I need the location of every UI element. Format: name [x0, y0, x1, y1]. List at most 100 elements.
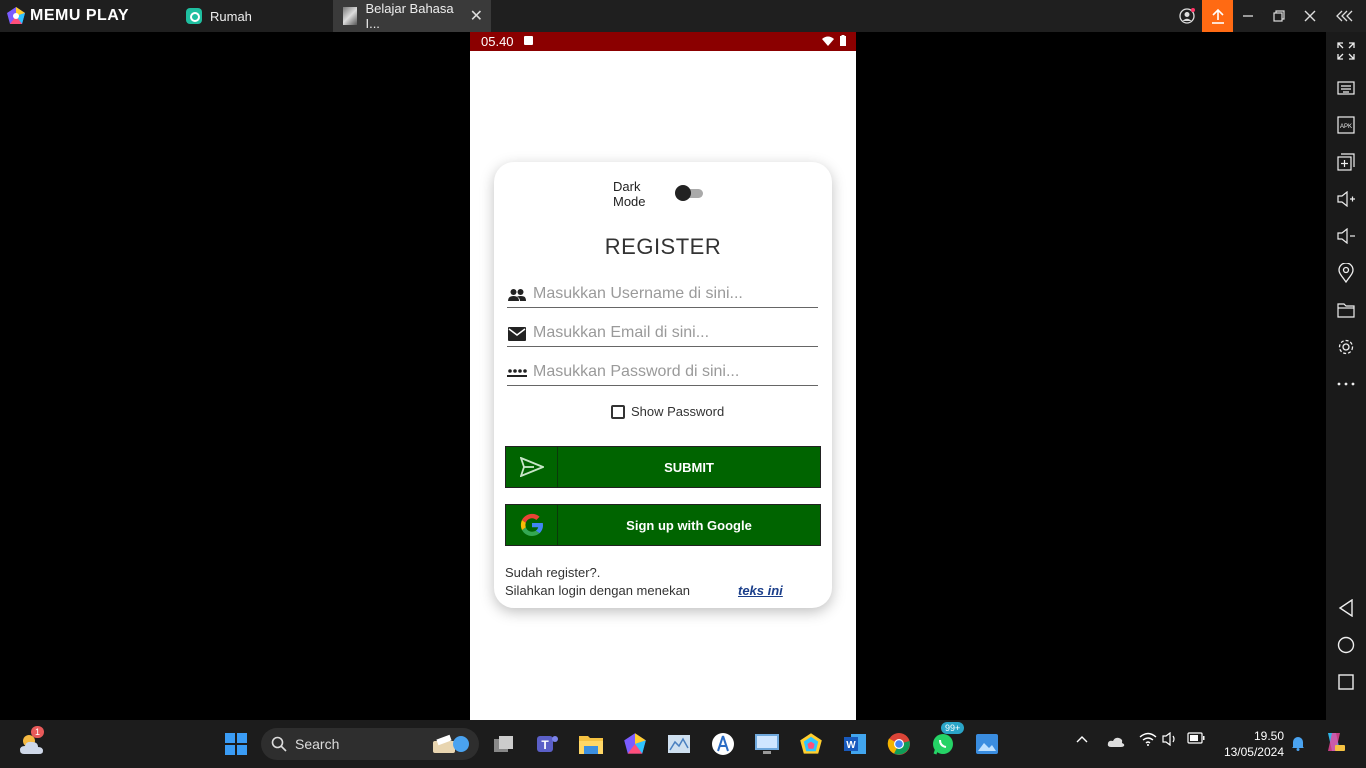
- volume-tray[interactable]: [1162, 731, 1178, 749]
- show-password-checkbox[interactable]: [611, 404, 625, 419]
- email-input[interactable]: [533, 321, 813, 345]
- android-home-button[interactable]: [1334, 633, 1358, 657]
- users-icon: [507, 285, 527, 305]
- brand: MEMU PLAY: [6, 6, 129, 26]
- minimize-button[interactable]: [1233, 0, 1263, 32]
- status-time: 05.40: [481, 34, 514, 49]
- title-bar: MEMU PLAY Rumah Belajar Bahasa I... ✕: [0, 0, 1366, 32]
- monitor-app[interactable]: [751, 728, 783, 760]
- page-title: REGISTER: [604, 234, 722, 259]
- chrome-icon: [887, 733, 910, 755]
- android-back-button[interactable]: [1334, 596, 1358, 620]
- fullscreen-button[interactable]: [1334, 39, 1358, 63]
- google-signup-label: Sign up with Google: [626, 517, 752, 533]
- task-view-icon: [494, 736, 513, 752]
- double-chevron-left-icon: [1336, 10, 1353, 22]
- android-status-bar: 05.40: [470, 32, 856, 51]
- battery-tray[interactable]: [1187, 732, 1205, 747]
- whatsapp-badge: 99+: [941, 722, 965, 734]
- teams-app[interactable]: T: [531, 728, 563, 760]
- weather-widget[interactable]: 1: [16, 726, 48, 760]
- tab-app[interactable]: Belajar Bahasa I... ✕: [333, 0, 491, 32]
- whatsapp-app[interactable]: 99+: [927, 722, 965, 760]
- username-input[interactable]: [533, 282, 813, 306]
- upload-icon: [1211, 8, 1224, 24]
- send-icon: [506, 447, 558, 487]
- upload-button[interactable]: [1202, 0, 1233, 32]
- windows-taskbar: 1 Search T W 99+ 19.50 13/05/2024: [0, 720, 1366, 768]
- memu-app[interactable]: [619, 728, 651, 760]
- account-button[interactable]: [1172, 0, 1202, 32]
- settings-button[interactable]: [1334, 335, 1358, 359]
- onedrive-tray[interactable]: [1107, 736, 1125, 751]
- dark-mode-switch[interactable]: [675, 184, 705, 202]
- login-prompt-text: Silahkan login dengan menekan: [505, 583, 691, 598]
- login-link[interactable]: teks ini: [738, 583, 783, 598]
- shared-folder-button[interactable]: [1334, 298, 1358, 322]
- minimize-icon: [1243, 15, 1253, 17]
- memu-play-window: MEMU PLAY Rumah Belajar Bahasa I... ✕ AP…: [0, 0, 1366, 768]
- svg-text:APK: APK: [1340, 124, 1352, 130]
- location-pin-icon: [1338, 263, 1354, 283]
- chart-app[interactable]: [663, 728, 695, 760]
- back-triangle-icon: [1338, 599, 1353, 617]
- fullscreen-icon: [1337, 42, 1355, 60]
- notification-icon: [524, 36, 533, 45]
- word-icon: W: [844, 734, 866, 754]
- keyboard-icon: [1337, 81, 1355, 95]
- google-signup-button[interactable]: Sign up with Google: [505, 504, 821, 546]
- notifications-button[interactable]: [1291, 735, 1305, 754]
- keyboard-button[interactable]: [1334, 76, 1358, 100]
- word-app[interactable]: W: [839, 728, 871, 760]
- photos-app[interactable]: [971, 728, 1003, 760]
- memu-multi-app[interactable]: [795, 728, 827, 760]
- cloud-icon: [1107, 737, 1125, 747]
- search-highlight-icon: [433, 734, 469, 753]
- chart-window-icon: [668, 735, 690, 753]
- recents-square-icon: [1338, 674, 1354, 690]
- memu-logo-icon: [7, 7, 25, 24]
- chrome-app[interactable]: [883, 728, 915, 760]
- password-input[interactable]: [533, 360, 813, 384]
- restore-icon: [1273, 10, 1285, 22]
- tab-home[interactable]: Rumah: [186, 0, 326, 32]
- bell-icon: [1292, 737, 1304, 751]
- home-circle-icon: [1337, 636, 1355, 654]
- compass-icon: [712, 733, 734, 755]
- task-view-button[interactable]: [488, 728, 520, 760]
- taskbar-clock[interactable]: 19.50 13/05/2024: [1218, 728, 1284, 760]
- multi-instance-button[interactable]: [1334, 150, 1358, 174]
- install-apk-button[interactable]: APK: [1334, 113, 1358, 137]
- wifi-tray[interactable]: [1139, 732, 1157, 749]
- volume-down-icon: [1337, 228, 1355, 244]
- close-window-button[interactable]: [1295, 0, 1325, 32]
- tray-overflow-button[interactable]: [1076, 732, 1088, 746]
- start-button[interactable]: [220, 728, 252, 760]
- volume-down-button[interactable]: [1334, 224, 1358, 248]
- google-logo-icon: [506, 505, 558, 545]
- memu-logo-icon: [624, 733, 646, 754]
- svg-text:W: W: [846, 740, 856, 751]
- clock-date: 13/05/2024: [1223, 745, 1284, 759]
- folder-icon: [579, 736, 603, 754]
- volume-up-button[interactable]: [1334, 187, 1358, 211]
- android-recents-button[interactable]: [1334, 670, 1358, 694]
- restore-button[interactable]: [1264, 0, 1294, 32]
- submit-button[interactable]: SUBMIT: [505, 446, 821, 488]
- password-dots-icon: [507, 363, 527, 383]
- copilot-button[interactable]: [1322, 730, 1346, 757]
- show-password-toggle[interactable]: Show Password: [611, 404, 724, 419]
- tab-close-icon[interactable]: ✕: [470, 6, 483, 26]
- location-button[interactable]: [1334, 261, 1358, 285]
- tab-home-label: Rumah: [210, 8, 252, 24]
- taskbar-search[interactable]: Search: [261, 728, 479, 760]
- file-explorer-app[interactable]: [575, 728, 607, 760]
- apk-icon: APK: [1337, 116, 1355, 134]
- switch-thumb: [675, 185, 691, 201]
- submit-label: SUBMIT: [664, 459, 714, 475]
- more-button[interactable]: [1334, 372, 1358, 396]
- collapse-sidebar-button[interactable]: [1330, 0, 1360, 32]
- android-studio-app[interactable]: [707, 728, 739, 760]
- photos-icon: [976, 734, 998, 754]
- search-placeholder: Search: [295, 736, 340, 752]
